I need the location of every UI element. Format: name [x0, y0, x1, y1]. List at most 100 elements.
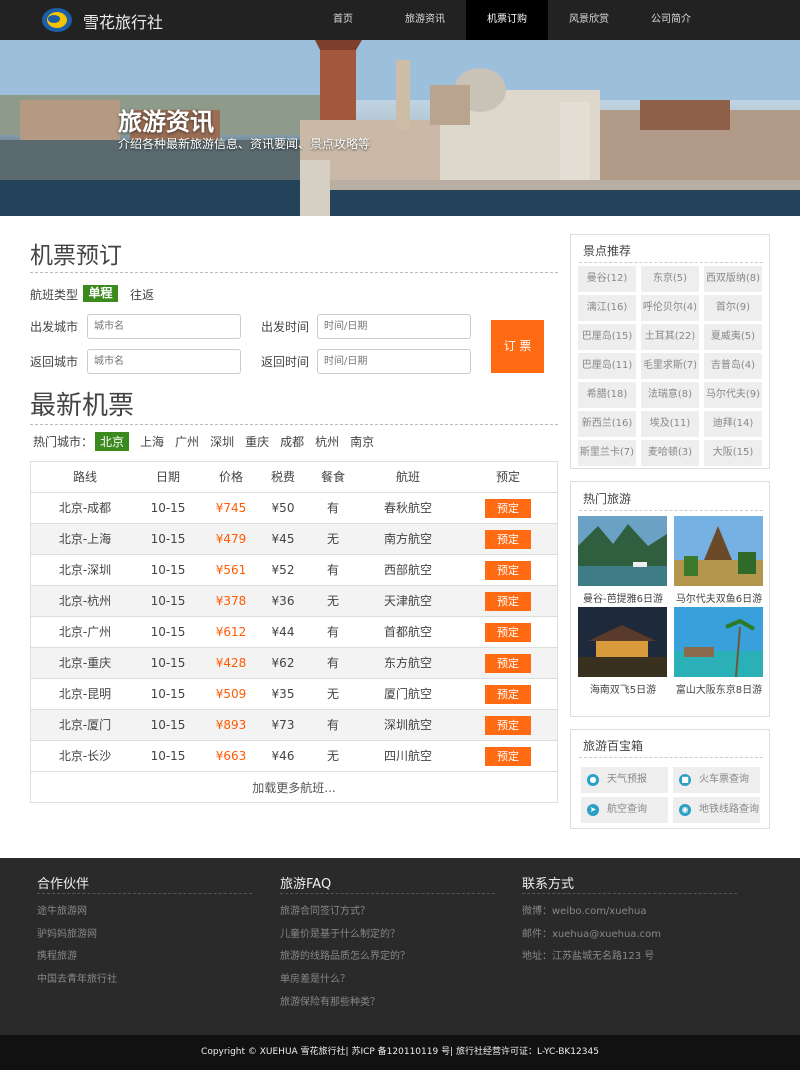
nav-scenery[interactable]: 风景欣赏: [548, 0, 630, 40]
tour-caption[interactable]: 富山大阪东京8日游: [671, 681, 767, 696]
city-chongqing[interactable]: 重庆: [245, 433, 269, 450]
spot-tag[interactable]: 巴厘岛(11): [578, 353, 636, 379]
tour-caption[interactable]: 曼谷-芭提雅6日游: [575, 590, 671, 605]
city-guangzhou[interactable]: 广州: [175, 433, 199, 450]
tour-image-hainan[interactable]: [578, 607, 667, 677]
spot-tag[interactable]: 首尔(9): [704, 295, 762, 321]
faq-link[interactable]: 旅游合同签订方式？: [280, 902, 370, 917]
hero-title: 旅游资讯: [118, 108, 214, 136]
reserve-button[interactable]: 预定: [485, 561, 531, 580]
faq-link[interactable]: 旅游的线路品质怎么界定的？: [280, 947, 410, 962]
spot-tag[interactable]: 法瑞意(8): [641, 382, 699, 408]
metro-tool[interactable]: ◉ 地铁线路查询: [673, 797, 760, 823]
tour-caption[interactable]: 马尔代夫双鱼6日游: [671, 590, 767, 605]
nav-about[interactable]: 公司简介: [630, 0, 712, 40]
spot-tag[interactable]: 新西兰(16): [578, 411, 636, 437]
depart-time-label: 出发时间: [261, 320, 310, 334]
faq-link[interactable]: 儿童价是基于什么制定的？: [280, 925, 400, 940]
nav-ticket-booking[interactable]: 机票订购: [466, 0, 548, 40]
tour-image-japan[interactable]: [674, 607, 763, 677]
faq-link[interactable]: 单房差是什么？: [280, 970, 350, 985]
spot-tag[interactable]: 吉普岛(4): [704, 353, 762, 379]
partner-link[interactable]: 携程旅游: [37, 947, 77, 962]
contact-address: 地址：江苏盐城无名路123 号: [522, 951, 655, 962]
city-shanghai[interactable]: 上海: [140, 433, 164, 450]
reserve-button[interactable]: 预定: [485, 747, 531, 766]
table-row: 北京-成都 10-15 ¥745 ¥50 有 春秋航空 预定: [31, 493, 557, 524]
flight-table: 路线 日期 价格 税费 餐食 航班 预定 北京-成都 10-15 ¥745 ¥50 有 春…: [30, 461, 558, 803]
partner-link[interactable]: 途牛旅游网: [37, 902, 87, 917]
booking-title: 机票预订: [30, 243, 122, 269]
spot-tag[interactable]: 大阪(15): [704, 440, 762, 466]
reserve-button[interactable]: 预定: [485, 530, 531, 549]
one-way-option[interactable]: 单程: [83, 285, 118, 302]
site-name[interactable]: 雪花旅行社: [83, 9, 163, 33]
nav-travel-news[interactable]: 旅游资讯: [384, 0, 466, 40]
train-tool[interactable]: ■ 火车票查询: [673, 767, 760, 793]
return-city-input[interactable]: [87, 349, 241, 374]
partners-title: 合作伙伴: [37, 877, 90, 892]
spot-tag[interactable]: 呼伦贝尔(4): [641, 295, 699, 321]
spot-tag[interactable]: 东京(5): [641, 266, 699, 292]
table-header: 路线 日期 价格 税费 餐食 航班 预定: [31, 462, 557, 493]
flight-tool[interactable]: ➤ 航空查询: [581, 797, 668, 823]
meal-cell: 无: [326, 532, 339, 546]
reserve-button[interactable]: 预定: [485, 623, 531, 642]
faq-link[interactable]: 旅游保险有那些种类？: [280, 993, 380, 1008]
depart-time-input[interactable]: [317, 314, 471, 339]
date-cell: 10-15: [150, 625, 186, 639]
airline-cell: 四川航空: [383, 749, 432, 763]
spot-tag[interactable]: 西双版纳(8): [704, 266, 762, 292]
spot-tag[interactable]: 埃及(11): [641, 411, 699, 437]
spots-title: 景点推荐: [583, 244, 632, 258]
meal-cell: 无: [326, 594, 339, 608]
spot-tag[interactable]: 曼谷(12): [578, 266, 636, 292]
return-time-input[interactable]: [317, 349, 471, 374]
reserve-button[interactable]: 预定: [485, 592, 531, 611]
spot-tag[interactable]: 马尔代夫(9): [704, 382, 762, 408]
spot-tag[interactable]: 夏威夷(5): [704, 324, 762, 350]
book-ticket-button[interactable]: 订 票: [491, 320, 544, 373]
return-time-label: 返回时间: [261, 355, 310, 369]
price-cell: ¥378: [215, 594, 247, 608]
partner-link[interactable]: 驴妈妈旅游网: [37, 925, 97, 940]
reserve-button[interactable]: 预定: [485, 654, 531, 673]
table-row: 北京-长沙 10-15 ¥663 ¥46 无 四川航空 预定: [31, 741, 557, 772]
load-more-link[interactable]: 加载更多航班...: [31, 773, 557, 803]
weather-tool[interactable]: ● 天气预报: [581, 767, 668, 793]
tour-caption[interactable]: 海南双飞5日游: [575, 681, 671, 696]
tour-image-maldives[interactable]: [674, 516, 763, 586]
spot-tag[interactable]: 希腊(18): [578, 382, 636, 408]
reserve-button[interactable]: 预定: [485, 685, 531, 704]
depart-city-input[interactable]: [87, 314, 241, 339]
price-cell: ¥893: [215, 718, 247, 732]
spot-tag[interactable]: 斯里兰卡(7): [578, 440, 636, 466]
city-shenzhen[interactable]: 深圳: [210, 433, 234, 450]
flight-type-label: 航班类型: [30, 288, 79, 302]
plane-icon: ➤: [587, 804, 599, 816]
spot-tag[interactable]: 巴厘岛(15): [578, 324, 636, 350]
city-chengdu[interactable]: 成都: [280, 433, 304, 450]
divider: [522, 893, 737, 894]
reserve-button[interactable]: 预定: [485, 716, 531, 735]
tax-cell: ¥52: [271, 563, 295, 577]
city-beijing[interactable]: 北京: [95, 432, 130, 451]
tour-image-bangkok[interactable]: [578, 516, 667, 586]
nav-home[interactable]: 首页: [302, 0, 384, 40]
city-nanjing[interactable]: 南京: [350, 433, 374, 450]
hero-banner: 旅游资讯 介绍各种最新旅游信息、资讯要闻、景点攻略等: [0, 40, 800, 216]
logo-icon[interactable]: [40, 6, 74, 34]
spot-tag[interactable]: 迪拜(14): [704, 411, 762, 437]
reserve-button[interactable]: 预定: [485, 499, 531, 518]
faq-title: 旅游FAQ: [280, 877, 332, 892]
route-cell: 北京-深圳: [58, 563, 112, 577]
spot-tag[interactable]: 土耳其(22): [641, 324, 699, 350]
city-hangzhou[interactable]: 杭州: [315, 433, 339, 450]
spot-tag[interactable]: 麦哈顿(3): [641, 440, 699, 466]
spot-tag[interactable]: 漓江(16): [578, 295, 636, 321]
round-trip-option[interactable]: 往返: [130, 286, 154, 303]
metro-icon: ◉: [679, 804, 691, 816]
partner-link[interactable]: 中国去青年旅行社: [37, 970, 117, 985]
contact-email: 邮件：xuehua@xuehua.com: [522, 929, 661, 940]
spot-tag[interactable]: 毛里求斯(7): [641, 353, 699, 379]
